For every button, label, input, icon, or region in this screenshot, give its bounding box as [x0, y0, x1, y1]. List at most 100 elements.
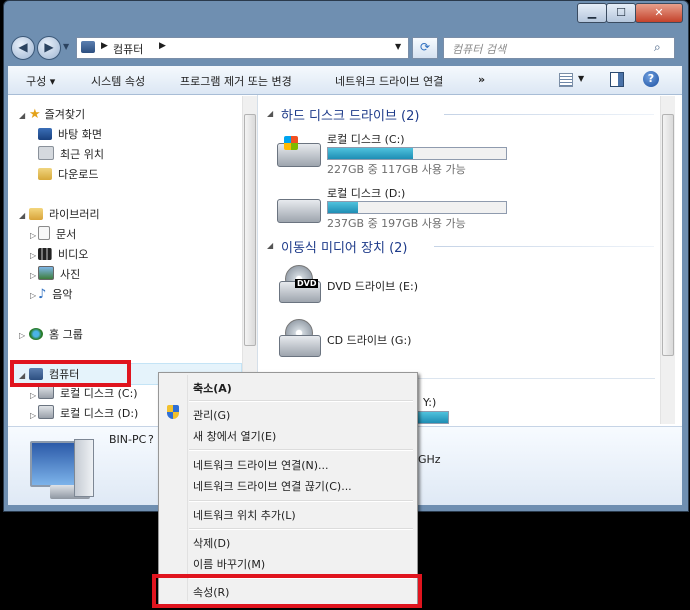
- menu-item-manage[interactable]: 관리(G): [193, 407, 230, 423]
- hard-disk-group-header[interactable]: 하드 디스크 드라이브 (2): [281, 105, 419, 124]
- view-options-icon[interactable]: [559, 73, 573, 87]
- homegroup-icon: [29, 328, 43, 340]
- expand-arrow-icon[interactable]: ◢: [267, 241, 273, 250]
- map-network-drive-button[interactable]: 네트워크 드라이브 연결: [335, 73, 443, 89]
- removable-media-group-header[interactable]: 이동식 미디어 장치 (2): [281, 237, 408, 256]
- more-commands-button[interactable]: »: [478, 73, 485, 86]
- sidebar-item-label: 즐겨찾기: [44, 108, 86, 121]
- collapse-arrow-icon[interactable]: ▷: [30, 251, 36, 260]
- scrollbar-thumb[interactable]: [244, 114, 256, 346]
- collapse-arrow-icon[interactable]: ▷: [30, 231, 36, 240]
- group-divider: [444, 114, 654, 115]
- breadcrumb-chevron-icon[interactable]: ▶: [101, 41, 108, 51]
- menu-separator: [189, 528, 413, 530]
- sidebar-item-favorites[interactable]: ★ 즐겨찾기: [29, 106, 85, 124]
- computer-tower-icon: [74, 439, 94, 497]
- expand-arrow-icon[interactable]: ◢: [267, 109, 273, 118]
- highlight-box-computer: [10, 360, 131, 387]
- menu-item-rename[interactable]: 이름 바꾸기(M): [193, 556, 265, 572]
- sidebar-item-label: 문서: [56, 228, 77, 241]
- capacity-fill: [328, 148, 414, 159]
- menu-item-disconnect-network-drive[interactable]: 네트워크 드라이브 연결 끊기(C)...: [193, 478, 352, 494]
- address-bar[interactable]: ▶ 컴퓨터 ▶ ▼: [76, 37, 409, 59]
- scrollbar-thumb[interactable]: [662, 114, 674, 356]
- drive-name-c[interactable]: 로컬 디스크 (C:): [327, 131, 405, 147]
- breadcrumb-chevron-icon[interactable]: ▶: [159, 41, 166, 51]
- collapse-arrow-icon[interactable]: ▷: [30, 291, 36, 300]
- minimize-button[interactable]: ▁: [577, 3, 607, 23]
- sidebar-item-recent[interactable]: 최근 위치: [38, 146, 104, 164]
- dvd-badge: DVD: [295, 279, 319, 288]
- sidebar-item-documents[interactable]: 문서: [38, 226, 76, 244]
- search-input[interactable]: 컴퓨터 검색 ⌕: [443, 37, 675, 59]
- sidebar-item-label: 비디오: [58, 248, 89, 261]
- menu-item-open-new-window[interactable]: 새 창에서 열기(E): [193, 428, 276, 444]
- computer-name: BIN-PC: [109, 433, 147, 446]
- breadcrumb-computer[interactable]: 컴퓨터: [113, 41, 143, 57]
- star-icon: ★: [29, 107, 41, 122]
- libraries-icon: [29, 208, 43, 220]
- documents-icon: [38, 226, 50, 240]
- expand-arrow-icon[interactable]: ◢: [19, 211, 25, 220]
- sidebar-item-local-disk-c[interactable]: 로컬 디스크 (C:): [38, 385, 138, 403]
- capacity-bar-d: [327, 201, 507, 214]
- sidebar-item-label: 사진: [60, 268, 81, 281]
- close-button[interactable]: ✕: [635, 3, 683, 23]
- dvd-drive-name[interactable]: DVD 드라이브 (E:): [327, 278, 418, 294]
- sidebar-item-desktop[interactable]: 바탕 화면: [38, 126, 102, 144]
- collapse-arrow-icon[interactable]: ▷: [19, 331, 25, 340]
- menu-item-delete[interactable]: 삭제(D): [193, 535, 230, 551]
- capacity-bar-c: [327, 147, 507, 160]
- menu-item-add-network-location[interactable]: 네트워크 위치 추가(L): [193, 507, 296, 523]
- group-divider: [434, 246, 654, 247]
- uninstall-program-button[interactable]: 프로그램 제거 또는 변경: [180, 73, 292, 89]
- collapse-arrow-icon[interactable]: ▷: [30, 411, 36, 420]
- organize-button[interactable]: 구성 ▾: [26, 73, 55, 89]
- sidebar-item-label: 음악: [52, 288, 73, 301]
- expand-arrow-icon[interactable]: ◢: [19, 111, 25, 120]
- drive-info-d: 237GB 중 197GB 사용 가능: [327, 217, 466, 230]
- drive-name-d[interactable]: 로컬 디스크 (D:): [327, 185, 405, 201]
- processor-speed-text: GHz: [418, 453, 441, 466]
- sidebar-item-libraries[interactable]: 라이브러리: [29, 206, 100, 224]
- partial-drive-name[interactable]: Y:): [423, 396, 436, 409]
- sidebar-item-videos[interactable]: 비디오: [38, 246, 88, 264]
- menu-separator: [189, 500, 413, 502]
- forward-button[interactable]: ▶: [37, 36, 61, 60]
- back-button[interactable]: ◀: [11, 36, 35, 60]
- command-bar: 구성 ▾ 시스템 속성 프로그램 제거 또는 변경 네트워크 드라이브 연결 »…: [8, 66, 682, 95]
- drive-icon: [38, 385, 54, 399]
- sidebar-item-music[interactable]: ♪ 음악: [38, 286, 73, 304]
- menu-separator: [189, 449, 413, 451]
- cd-drive-name[interactable]: CD 드라이브 (G:): [327, 332, 411, 348]
- sidebar-item-label: 다운로드: [58, 168, 99, 181]
- computer-icon: [81, 41, 95, 53]
- context-menu: 축소(A) 관리(G) 새 창에서 열기(E) 네트워크 드라이브 연결(N).…: [158, 372, 418, 606]
- maximize-button[interactable]: ☐: [606, 3, 636, 23]
- sidebar-item-local-disk-d[interactable]: 로컬 디스크 (D:): [38, 405, 138, 423]
- search-icon[interactable]: ⌕: [654, 40, 661, 55]
- view-dropdown-icon[interactable]: ▼: [578, 74, 584, 83]
- preview-pane-icon[interactable]: [610, 72, 624, 87]
- uac-shield-icon: [167, 405, 179, 419]
- recent-pages-dropdown-icon[interactable]: ▼: [63, 42, 69, 51]
- menu-separator: [189, 400, 413, 402]
- menu-item-map-network-drive[interactable]: 네트워크 드라이브 연결(N)...: [193, 457, 329, 473]
- sidebar-item-homegroup[interactable]: 홈 그룹: [29, 326, 83, 344]
- sidebar-item-label: 바탕 화면: [58, 128, 102, 141]
- drive-icon: [277, 199, 321, 223]
- address-dropdown-icon[interactable]: ▼: [395, 42, 401, 51]
- menu-item-collapse[interactable]: 축소(A): [193, 380, 232, 396]
- help-icon[interactable]: ?: [643, 71, 659, 87]
- sidebar-item-label: 라이브러리: [49, 208, 100, 221]
- sidebar-item-pictures[interactable]: 사진: [38, 266, 80, 284]
- collapse-arrow-icon[interactable]: ▷: [30, 391, 36, 400]
- windows-logo-icon: [284, 136, 298, 150]
- sidebar-item-label: 로컬 디스크 (C:): [60, 387, 138, 400]
- content-scrollbar[interactable]: [660, 96, 675, 424]
- collapse-arrow-icon[interactable]: ▷: [30, 271, 36, 280]
- refresh-button[interactable]: ⟳: [412, 37, 438, 59]
- windows-drive-icon: [277, 136, 321, 167]
- sidebar-item-downloads[interactable]: 다운로드: [38, 166, 98, 184]
- system-properties-button[interactable]: 시스템 속성: [91, 73, 145, 89]
